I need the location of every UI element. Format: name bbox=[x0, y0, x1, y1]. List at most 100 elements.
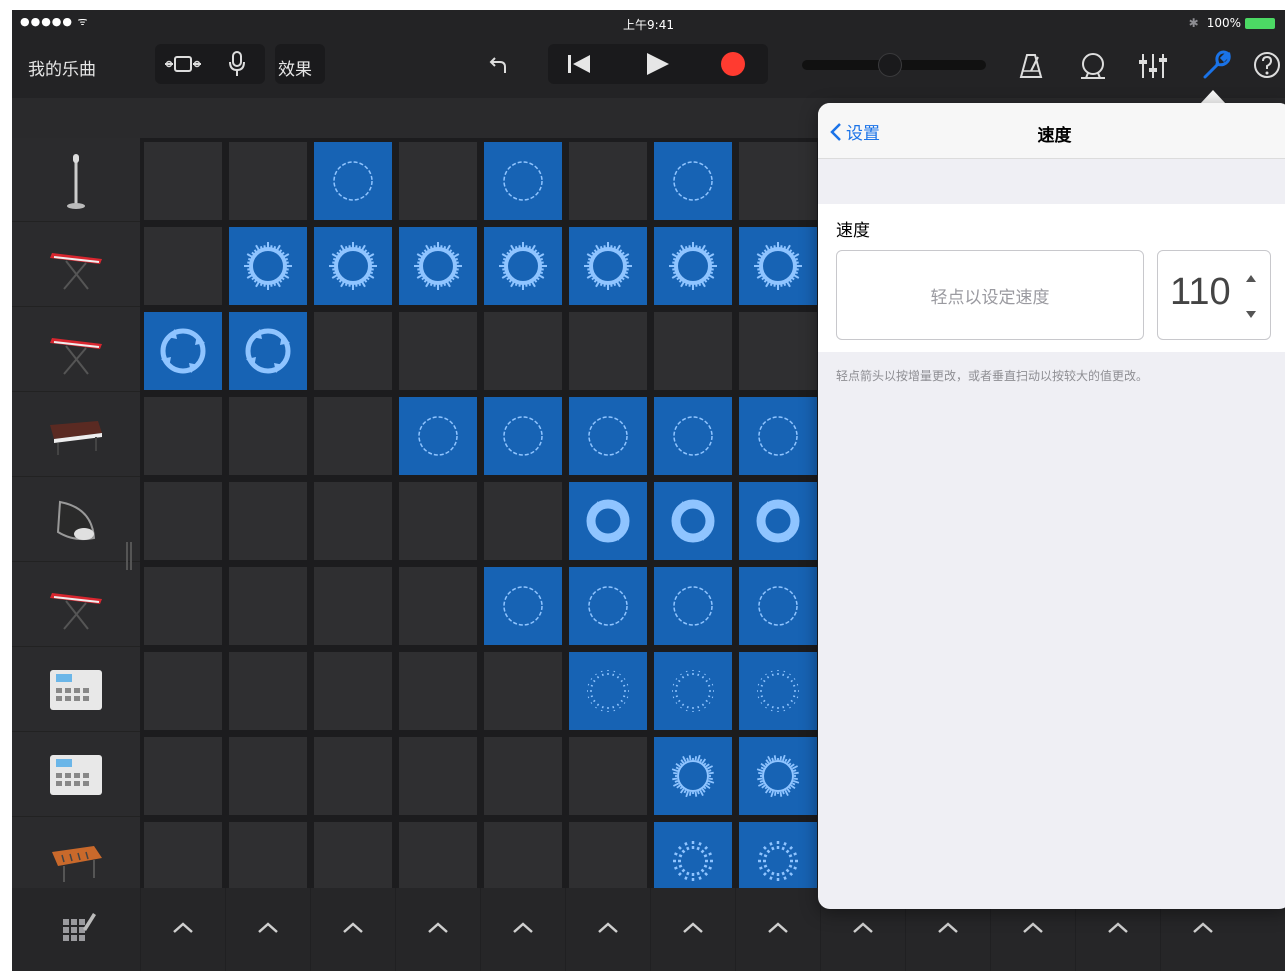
track-header-red-keyboard[interactable] bbox=[12, 563, 140, 647]
column-trigger-chevron-up-icon[interactable] bbox=[763, 918, 793, 938]
tap-tempo-button[interactable]: 轻点以设定速度 bbox=[836, 250, 1144, 340]
resize-handle[interactable] bbox=[126, 542, 132, 570]
loop-cell[interactable] bbox=[569, 567, 647, 645]
empty-cell[interactable] bbox=[144, 397, 222, 475]
column-trigger-chevron-up-icon[interactable] bbox=[423, 918, 453, 938]
empty-cell[interactable] bbox=[314, 567, 392, 645]
empty-cell[interactable] bbox=[399, 142, 477, 220]
empty-cell[interactable] bbox=[314, 482, 392, 560]
play-icon[interactable] bbox=[642, 51, 672, 77]
empty-cell[interactable] bbox=[144, 227, 222, 305]
track-header-red-keyboard[interactable] bbox=[12, 308, 140, 392]
loop-cell[interactable] bbox=[739, 227, 817, 305]
column-trigger-chevron-up-icon[interactable] bbox=[1018, 918, 1048, 938]
column-trigger-chevron-up-icon[interactable] bbox=[1188, 918, 1218, 938]
loop-cell[interactable] bbox=[739, 652, 817, 730]
column-trigger-chevron-up-icon[interactable] bbox=[508, 918, 538, 938]
empty-cell[interactable] bbox=[739, 312, 817, 390]
empty-cell[interactable] bbox=[739, 142, 817, 220]
empty-cell[interactable] bbox=[569, 312, 647, 390]
loop-cell[interactable] bbox=[654, 652, 732, 730]
loop-cell[interactable] bbox=[314, 142, 392, 220]
empty-cell[interactable] bbox=[399, 652, 477, 730]
empty-cell[interactable] bbox=[144, 482, 222, 560]
column-trigger-chevron-up-icon[interactable] bbox=[1103, 918, 1133, 938]
decrement-arrow-icon[interactable] bbox=[1246, 311, 1256, 318]
browser-icon[interactable] bbox=[161, 50, 205, 78]
loop-cell[interactable] bbox=[654, 737, 732, 815]
my-songs-button[interactable]: 我的乐曲 bbox=[28, 55, 96, 80]
empty-cell[interactable] bbox=[484, 482, 562, 560]
track-header-drum-machine[interactable] bbox=[12, 733, 140, 817]
empty-cell[interactable] bbox=[144, 567, 222, 645]
tempo-stepper[interactable]: 110 bbox=[1157, 250, 1271, 340]
loop-cell[interactable] bbox=[399, 227, 477, 305]
microphone-icon[interactable] bbox=[217, 48, 257, 80]
undo-icon[interactable] bbox=[484, 50, 514, 80]
empty-cell[interactable] bbox=[314, 312, 392, 390]
track-header-red-keyboard[interactable] bbox=[12, 223, 140, 307]
loop-browser-icon[interactable] bbox=[1076, 50, 1110, 82]
loop-cell[interactable] bbox=[569, 397, 647, 475]
empty-cell[interactable] bbox=[484, 312, 562, 390]
column-trigger-chevron-up-icon[interactable] bbox=[593, 918, 623, 938]
help-icon[interactable] bbox=[1252, 50, 1282, 80]
empty-cell[interactable] bbox=[484, 652, 562, 730]
empty-cell[interactable] bbox=[399, 312, 477, 390]
empty-cell[interactable] bbox=[314, 652, 392, 730]
column-trigger-chevron-up-icon[interactable] bbox=[338, 918, 368, 938]
empty-cell[interactable] bbox=[229, 737, 307, 815]
loop-cell[interactable] bbox=[484, 142, 562, 220]
mixer-icon[interactable] bbox=[1136, 50, 1170, 82]
loop-cell[interactable] bbox=[314, 227, 392, 305]
volume-slider[interactable] bbox=[802, 53, 986, 77]
loop-cell[interactable] bbox=[569, 652, 647, 730]
loop-cell[interactable] bbox=[654, 567, 732, 645]
loop-cell[interactable] bbox=[399, 397, 477, 475]
track-header-gong[interactable] bbox=[12, 478, 140, 562]
loop-cell[interactable] bbox=[484, 227, 562, 305]
loop-cell[interactable] bbox=[739, 737, 817, 815]
loop-cell[interactable] bbox=[484, 567, 562, 645]
empty-cell[interactable] bbox=[314, 397, 392, 475]
empty-cell[interactable] bbox=[484, 737, 562, 815]
skip-back-icon[interactable] bbox=[564, 52, 594, 76]
effects-button[interactable]: 效果 bbox=[278, 55, 312, 80]
volume-thumb[interactable] bbox=[878, 53, 902, 77]
loop-cell[interactable] bbox=[569, 227, 647, 305]
metronome-icon[interactable] bbox=[1016, 50, 1046, 82]
empty-cell[interactable] bbox=[229, 397, 307, 475]
track-header-piano[interactable] bbox=[12, 393, 140, 477]
empty-cell[interactable] bbox=[144, 142, 222, 220]
column-trigger-chevron-up-icon[interactable] bbox=[848, 918, 878, 938]
loop-cell[interactable] bbox=[654, 142, 732, 220]
loop-cell[interactable] bbox=[144, 312, 222, 390]
loop-cell[interactable] bbox=[569, 482, 647, 560]
loop-cell[interactable] bbox=[739, 567, 817, 645]
empty-cell[interactable] bbox=[654, 312, 732, 390]
empty-cell[interactable] bbox=[229, 482, 307, 560]
increment-arrow-icon[interactable] bbox=[1246, 275, 1256, 282]
column-trigger-chevron-up-icon[interactable] bbox=[933, 918, 963, 938]
empty-cell[interactable] bbox=[314, 737, 392, 815]
column-trigger-chevron-up-icon[interactable] bbox=[168, 918, 198, 938]
loop-cell[interactable] bbox=[739, 482, 817, 560]
loop-cell[interactable] bbox=[229, 312, 307, 390]
record-icon[interactable] bbox=[718, 50, 748, 78]
loop-cell[interactable] bbox=[229, 227, 307, 305]
column-trigger-chevron-up-icon[interactable] bbox=[253, 918, 283, 938]
track-header-drum-machine[interactable] bbox=[12, 648, 140, 732]
loop-cell[interactable] bbox=[654, 227, 732, 305]
empty-cell[interactable] bbox=[399, 737, 477, 815]
empty-cell[interactable] bbox=[399, 482, 477, 560]
empty-cell[interactable] bbox=[144, 652, 222, 730]
loop-cell[interactable] bbox=[484, 397, 562, 475]
loop-cell[interactable] bbox=[654, 397, 732, 475]
loop-cell[interactable] bbox=[654, 482, 732, 560]
track-header-microphone-stand[interactable] bbox=[12, 138, 140, 222]
empty-cell[interactable] bbox=[229, 652, 307, 730]
column-trigger-chevron-up-icon[interactable] bbox=[678, 918, 708, 938]
empty-cell[interactable] bbox=[229, 142, 307, 220]
loop-cell[interactable] bbox=[739, 397, 817, 475]
empty-cell[interactable] bbox=[144, 737, 222, 815]
